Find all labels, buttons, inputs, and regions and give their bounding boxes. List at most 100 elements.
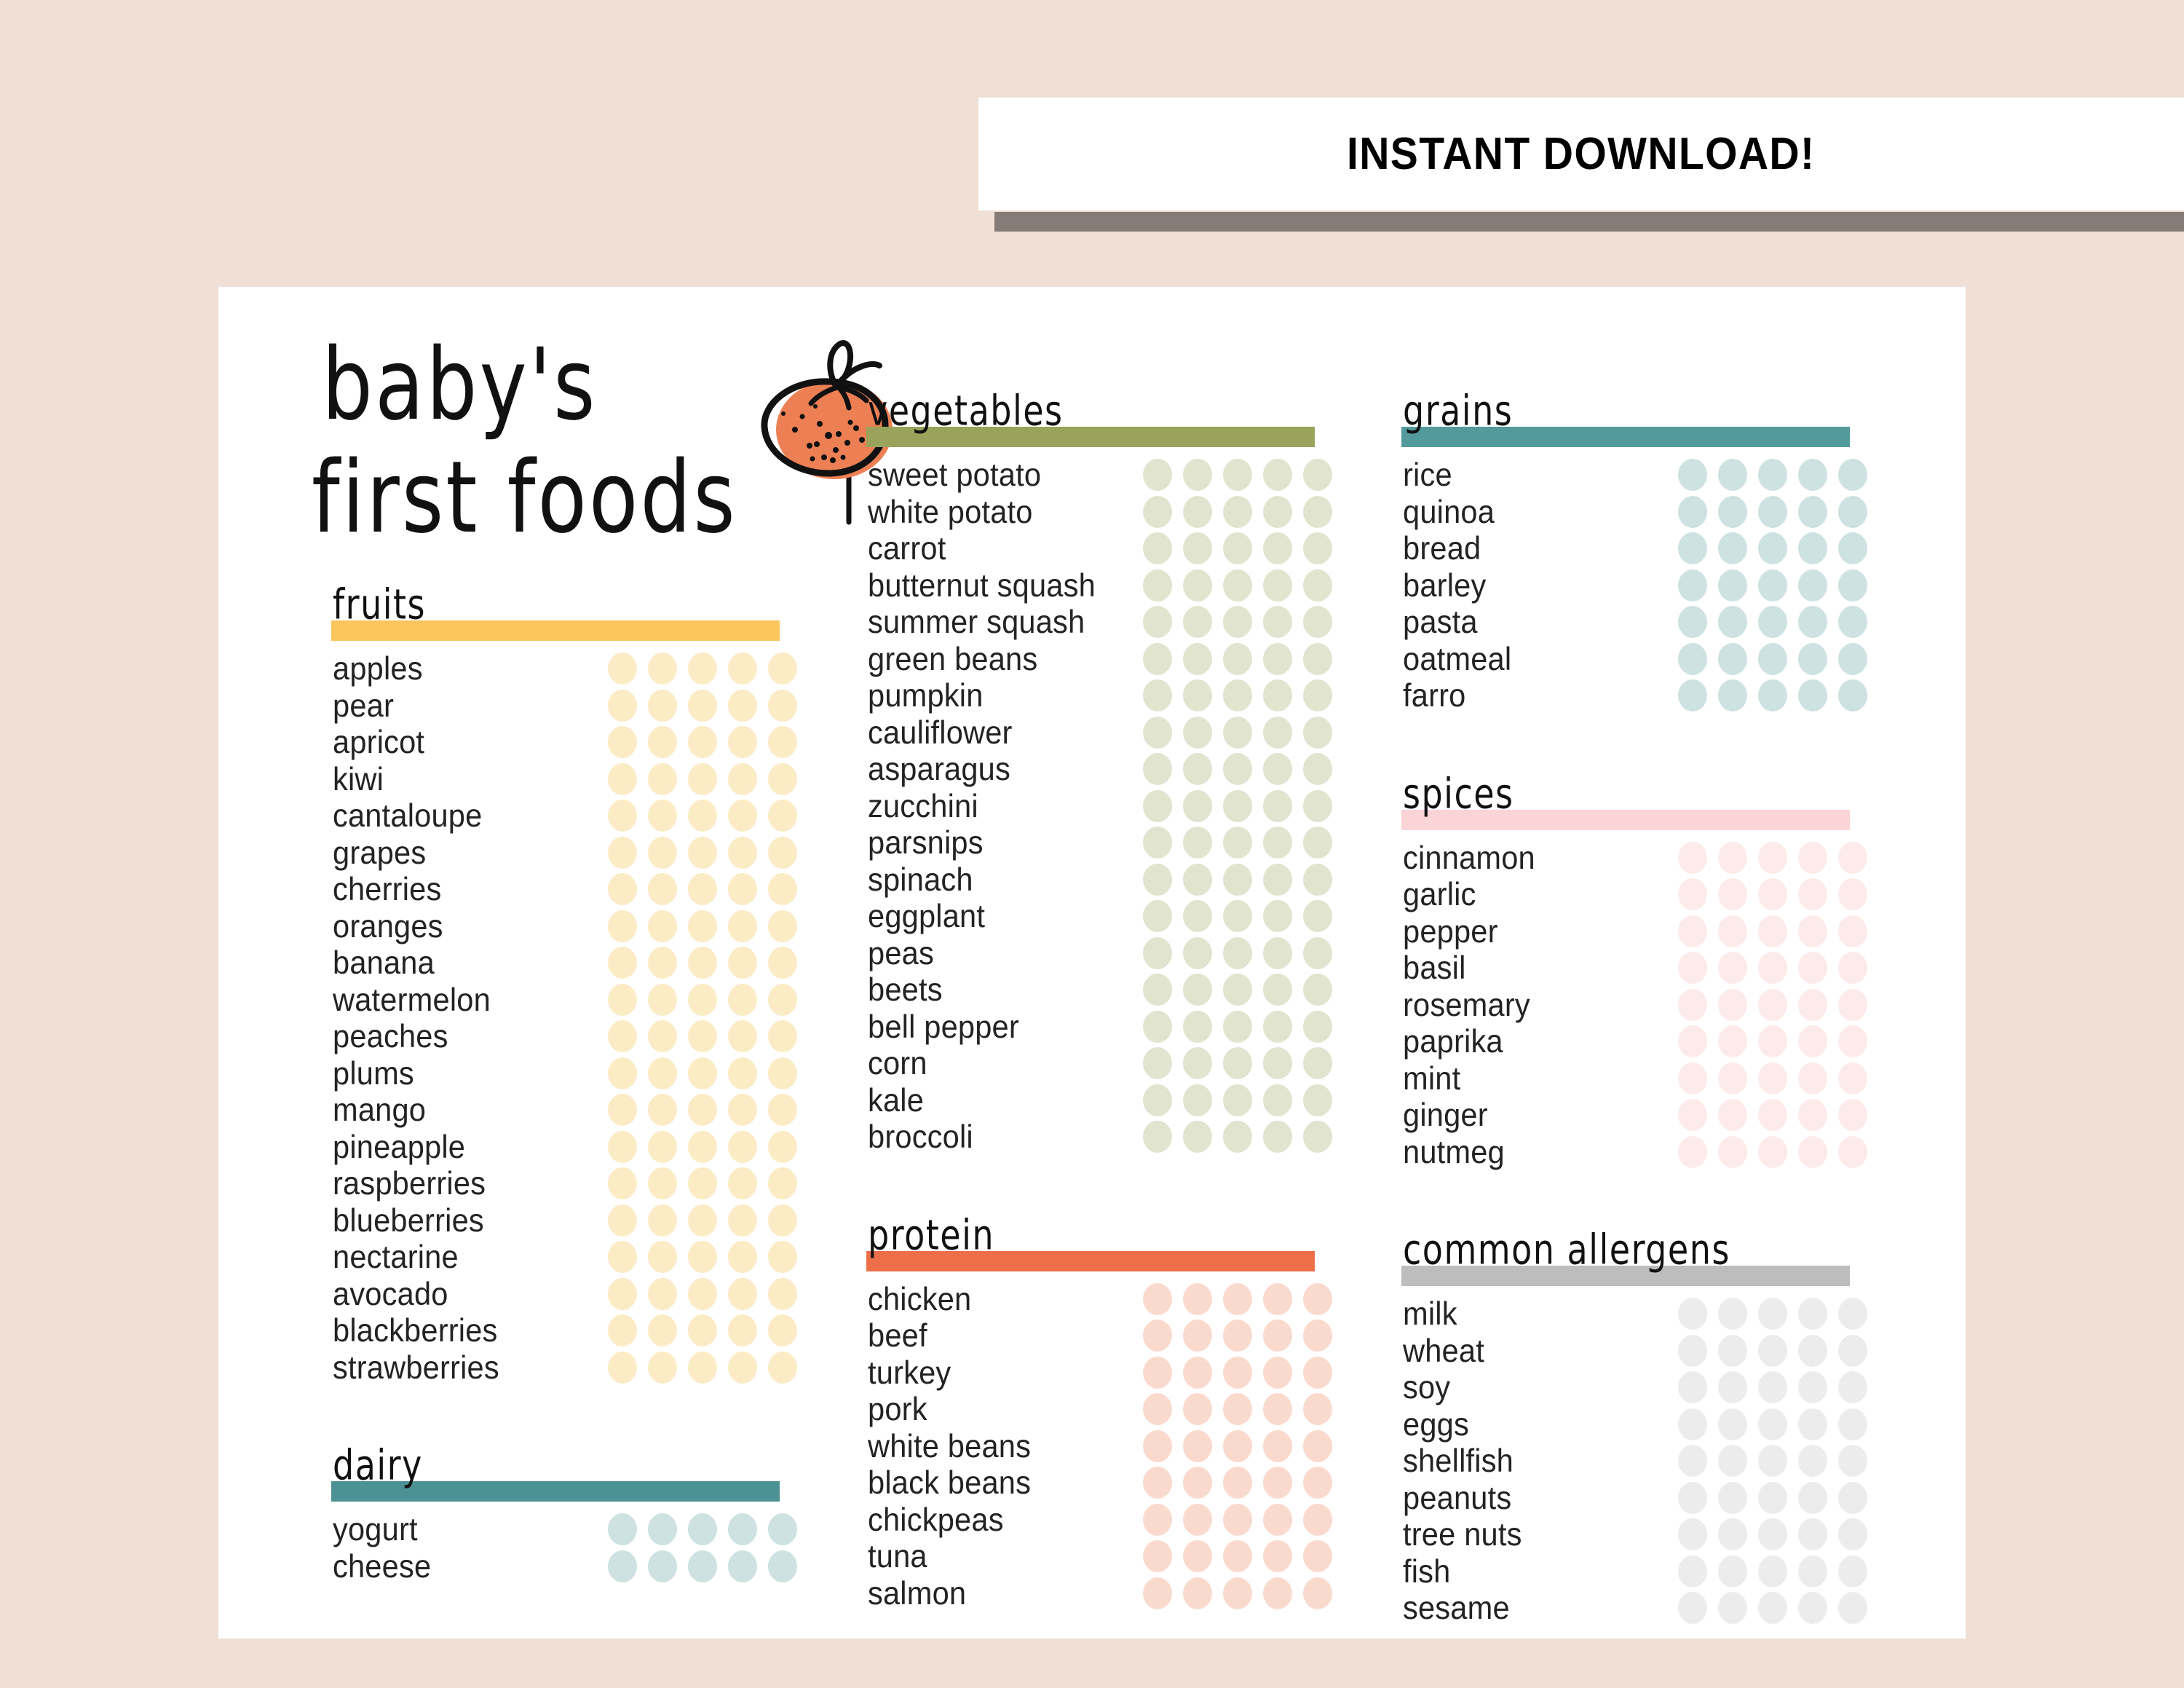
tracking-dot[interactable]	[1263, 679, 1292, 711]
tracking-dot[interactable]	[1223, 642, 1252, 675]
tracking-dot[interactable]	[1838, 1592, 1867, 1624]
tracking-dot[interactable]	[1758, 1334, 1787, 1367]
tracking-dot[interactable]	[688, 1550, 717, 1582]
tracking-dot[interactable]	[1143, 753, 1172, 785]
tracking-dot[interactable]	[1678, 915, 1707, 947]
tracking-dot[interactable]	[688, 726, 717, 758]
tracking-dot[interactable]	[1303, 532, 1332, 564]
tracking-dot[interactable]	[1303, 1540, 1332, 1572]
tracking-dot[interactable]	[1183, 900, 1212, 932]
tracking-dot[interactable]	[1678, 988, 1707, 1021]
tracking-dot[interactable]	[1303, 974, 1332, 1006]
tracking-dot[interactable]	[728, 1204, 757, 1237]
tracking-dot[interactable]	[1183, 1084, 1212, 1116]
tracking-dot[interactable]	[1143, 863, 1172, 896]
tracking-dot[interactable]	[728, 1020, 757, 1052]
tracking-dot[interactable]	[768, 1094, 797, 1126]
tracking-dot[interactable]	[1223, 1467, 1252, 1499]
tracking-dot[interactable]	[1303, 1084, 1332, 1116]
tracking-dot[interactable]	[728, 1241, 757, 1273]
tracking-dot[interactable]	[1838, 1555, 1867, 1588]
tracking-dot[interactable]	[1223, 532, 1252, 564]
tracking-dot[interactable]	[728, 762, 757, 795]
tracking-dot[interactable]	[1263, 1320, 1292, 1352]
tracking-dot[interactable]	[1758, 1099, 1787, 1131]
tracking-dot[interactable]	[648, 652, 677, 685]
tracking-dot[interactable]	[1718, 1025, 1747, 1057]
tracking-dot[interactable]	[1303, 716, 1332, 749]
tracking-dot[interactable]	[1678, 1334, 1707, 1367]
tracking-dot[interactable]	[1223, 1429, 1252, 1462]
tracking-dot[interactable]	[1143, 900, 1172, 932]
tracking-dot[interactable]	[1263, 1393, 1292, 1425]
tracking-dot[interactable]	[768, 1351, 797, 1384]
tracking-dot[interactable]	[1183, 1540, 1212, 1572]
tracking-dot[interactable]	[1678, 1555, 1707, 1588]
tracking-dot[interactable]	[1718, 988, 1747, 1021]
tracking-dot[interactable]	[1758, 495, 1787, 528]
tracking-dot[interactable]	[1223, 1084, 1252, 1116]
tracking-dot[interactable]	[1798, 569, 1827, 602]
tracking-dot[interactable]	[1758, 642, 1787, 675]
tracking-dot[interactable]	[1183, 789, 1212, 822]
tracking-dot[interactable]	[1678, 1371, 1707, 1403]
tracking-dot[interactable]	[1798, 642, 1827, 675]
tracking-dot[interactable]	[1223, 753, 1252, 785]
tracking-dot[interactable]	[1183, 1282, 1212, 1315]
tracking-dot[interactable]	[1223, 1393, 1252, 1425]
tracking-dot[interactable]	[768, 762, 797, 795]
tracking-dot[interactable]	[1303, 1282, 1332, 1315]
tracking-dot[interactable]	[1143, 1282, 1172, 1315]
tracking-dot[interactable]	[1838, 1518, 1867, 1550]
tracking-dot[interactable]	[1143, 827, 1172, 859]
tracking-dot[interactable]	[688, 873, 717, 905]
tracking-dot[interactable]	[648, 910, 677, 942]
tracking-dot[interactable]	[1263, 974, 1292, 1006]
tracking-dot[interactable]	[1838, 1408, 1867, 1440]
tracking-dot[interactable]	[728, 1314, 757, 1346]
tracking-dot[interactable]	[1678, 606, 1707, 638]
tracking-dot[interactable]	[1718, 1298, 1747, 1330]
tracking-dot[interactable]	[1183, 716, 1212, 749]
tracking-dot[interactable]	[1838, 1445, 1867, 1477]
tracking-dot[interactable]	[1758, 1555, 1787, 1588]
tracking-dot[interactable]	[1223, 1503, 1252, 1536]
tracking-dot[interactable]	[688, 1277, 717, 1310]
tracking-dot[interactable]	[1718, 606, 1747, 638]
tracking-dot[interactable]	[688, 800, 717, 832]
tracking-dot[interactable]	[1143, 1047, 1172, 1079]
tracking-dot[interactable]	[688, 1204, 717, 1237]
tracking-dot[interactable]	[1798, 459, 1827, 491]
tracking-dot[interactable]	[1143, 495, 1172, 528]
tracking-dot[interactable]	[1303, 827, 1332, 859]
tracking-dot[interactable]	[1183, 1393, 1212, 1425]
tracking-dot[interactable]	[1143, 569, 1172, 602]
tracking-dot[interactable]	[728, 1513, 757, 1545]
tracking-dot[interactable]	[1838, 1371, 1867, 1403]
tracking-dot[interactable]	[1758, 1592, 1787, 1624]
tracking-dot[interactable]	[1303, 1320, 1332, 1352]
tracking-dot[interactable]	[1718, 841, 1747, 874]
tracking-dot[interactable]	[1758, 1371, 1787, 1403]
tracking-dot[interactable]	[648, 1057, 677, 1089]
tracking-dot[interactable]	[1838, 841, 1867, 874]
tracking-dot[interactable]	[608, 726, 637, 758]
tracking-dot[interactable]	[1678, 1445, 1707, 1477]
tracking-dot[interactable]	[1223, 716, 1252, 749]
tracking-dot[interactable]	[608, 1314, 637, 1346]
tracking-dot[interactable]	[648, 983, 677, 1016]
tracking-dot[interactable]	[1143, 1121, 1172, 1153]
tracking-dot[interactable]	[688, 689, 717, 722]
tracking-dot[interactable]	[688, 1351, 717, 1384]
tracking-dot[interactable]	[1183, 1429, 1212, 1462]
tracking-dot[interactable]	[1183, 753, 1212, 785]
tracking-dot[interactable]	[1678, 1298, 1707, 1330]
tracking-dot[interactable]	[1838, 1481, 1867, 1514]
tracking-dot[interactable]	[1798, 1592, 1827, 1624]
tracking-dot[interactable]	[1263, 900, 1292, 932]
tracking-dot[interactable]	[768, 873, 797, 905]
tracking-dot[interactable]	[1758, 1481, 1787, 1514]
tracking-dot[interactable]	[768, 1550, 797, 1582]
tracking-dot[interactable]	[1263, 753, 1292, 785]
tracking-dot[interactable]	[768, 1130, 797, 1163]
